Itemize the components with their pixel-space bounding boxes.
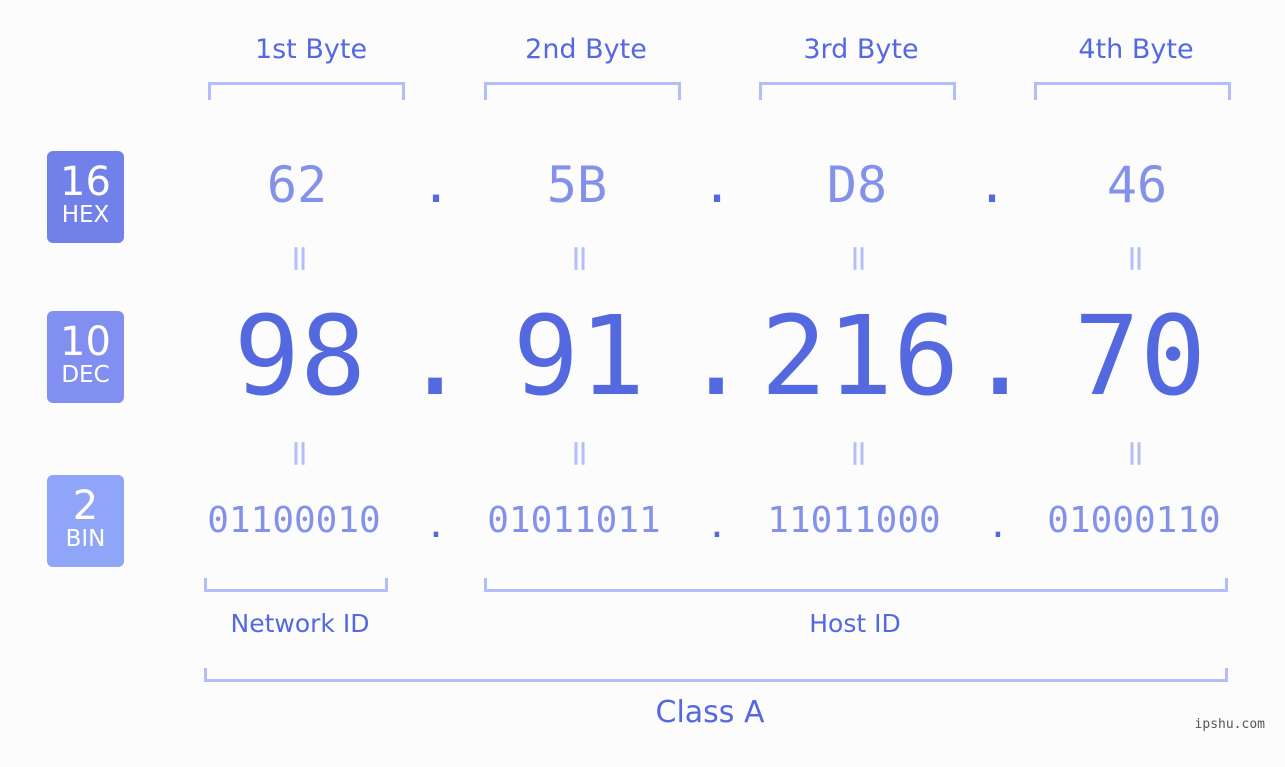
bin-separator-1: . [425,505,447,546]
byte-bracket-3 [759,82,956,100]
dec-separator-2: . [683,292,750,420]
bin-badge: 2 BIN [47,475,124,567]
class-label: Class A [655,695,765,730]
watermark: ipshu.com [1194,717,1265,732]
byte-label-4: 4th Byte [1078,34,1194,65]
bin-byte-4: 01000110 [1047,500,1221,541]
dec-separator-1: . [402,292,469,420]
byte-label-3: 3rd Byte [803,34,919,65]
dec-byte-3: 216 [760,292,960,420]
network-id-bracket [204,578,388,592]
bin-separator-2: . [706,505,728,546]
bin-byte-3: 11011000 [767,500,941,541]
dec-byte-2: 91 [512,292,646,420]
bin-separator-3: . [987,505,1009,546]
equals-dec-bin-1: = [279,438,321,469]
dec-separator-3: . [967,292,1034,420]
equals-hex-dec-3: = [838,243,880,274]
host-id-bracket [484,578,1228,592]
dec-byte-4: 70 [1073,292,1207,420]
equals-hex-dec-1: = [279,243,321,274]
host-id-label: Host ID [809,609,901,638]
dec-badge: 10 DEC [47,311,124,403]
bin-badge-base: 2 [72,483,99,529]
network-id-label: Network ID [230,609,370,638]
hex-badge-base: 16 [60,159,111,205]
equals-hex-dec-4: = [1115,243,1157,274]
dec-byte-1: 98 [233,292,367,420]
hex-byte-3: D8 [826,156,888,214]
dec-badge-label: DEC [61,362,110,388]
equals-dec-bin-4: = [1115,438,1157,469]
equals-dec-bin-3: = [838,438,880,469]
byte-bracket-4 [1034,82,1231,100]
byte-label-1: 1st Byte [254,34,368,65]
bin-badge-label: BIN [65,526,106,552]
hex-separator-3: . [976,156,1008,214]
equals-dec-bin-2: = [559,438,601,469]
bin-byte-1: 01100010 [207,500,381,541]
hex-separator-1: . [420,156,452,214]
bin-byte-2: 01011011 [487,500,661,541]
hex-byte-1: 62 [266,156,328,214]
hex-badge: 16 HEX [47,151,124,243]
byte-bracket-2 [484,82,681,100]
byte-label-2: 2nd Byte [525,34,647,65]
hex-byte-4: 46 [1106,156,1168,214]
class-bracket [204,668,1228,682]
equals-hex-dec-2: = [559,243,601,274]
hex-separator-2: . [701,156,733,214]
hex-badge-label: HEX [61,202,110,228]
dec-badge-base: 10 [60,319,111,365]
byte-bracket-1 [208,82,405,100]
hex-byte-2: 5B [546,156,608,214]
